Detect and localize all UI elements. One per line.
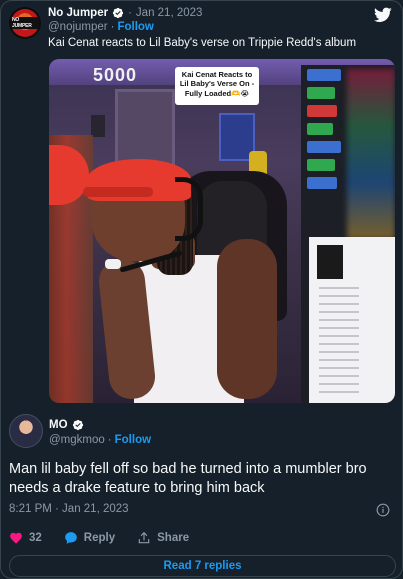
monitor-video (317, 245, 343, 279)
twitter-bird-icon[interactable] (374, 7, 392, 23)
monitor-line (319, 319, 359, 321)
quoted-handle[interactable]: @nojumper (48, 21, 108, 33)
stream-overlay-number: 5000 (93, 65, 138, 85)
emote (307, 87, 335, 99)
mo-avatar[interactable] (9, 414, 43, 448)
read-replies-button[interactable]: Read 7 replies (9, 555, 396, 577)
avatar-logo-text: NO JUMPER (11, 17, 39, 29)
nojumper-avatar[interactable]: NO JUMPER (9, 7, 41, 39)
info-icon[interactable] (376, 503, 390, 517)
follow-mo-link[interactable]: Follow (115, 434, 151, 446)
quoted-author-name[interactable]: No Jumper (48, 7, 108, 19)
monitor-line (319, 391, 359, 393)
quoted-handle-row: @nojumper · Follow (48, 21, 154, 33)
author-name[interactable]: MO (49, 419, 68, 431)
like-count: 32 (29, 532, 42, 544)
monitor-line (319, 327, 359, 329)
handle-follow-separator: · (107, 434, 112, 446)
author-handle-row: @mgkmoo · Follow (49, 434, 151, 446)
heart-icon (10, 532, 22, 544)
like-button[interactable]: 32 (9, 531, 42, 545)
emote (307, 123, 333, 135)
emote (307, 141, 341, 153)
reply-label: Reply (83, 532, 116, 544)
author-name-row: MO (49, 419, 84, 431)
video-caption: Kai Cenat Reacts to Lil Baby's Verse On … (175, 67, 259, 105)
author-handle[interactable]: @mgkmoo (49, 434, 105, 446)
blurred-chat (347, 69, 395, 239)
emote (307, 177, 337, 189)
tweet-text: Man lil baby fell off so bad he turned i… (9, 461, 367, 496)
video-thumbnail[interactable]: 5000 Kai Cenat Reacts to Lil Baby's Vers… (49, 59, 395, 403)
share-upload-icon (138, 531, 150, 544)
emote (307, 69, 341, 81)
tweet-card: NO JUMPER No Jumper · Jan 21, 2023 @noju… (0, 0, 403, 579)
name-date-separator: · (128, 7, 132, 19)
monitor-line (319, 375, 359, 377)
emote (307, 159, 335, 171)
open-mouth (105, 259, 121, 269)
reply-button[interactable]: Reply (64, 531, 115, 545)
monitor-line (319, 343, 359, 345)
tweet-timestamp[interactable]: 8:21 PM · Jan 21, 2023 (9, 503, 129, 515)
wall-frame (91, 115, 105, 137)
quoted-name-row: No Jumper · Jan 21, 2023 (48, 7, 202, 19)
emote (307, 105, 337, 117)
right-arm (217, 239, 277, 399)
cap-brim (83, 187, 153, 197)
tweet-actions: 32 Reply Share (9, 531, 211, 545)
emote-column (307, 69, 347, 195)
monitor-line (319, 383, 359, 385)
verified-badge-icon (112, 7, 124, 19)
monitor-line (319, 311, 359, 313)
monitor-line (319, 295, 359, 297)
quoted-tweet-text: Kai Cenat reacts to Lil Baby's verse on … (48, 37, 357, 49)
monitor-line (319, 359, 359, 361)
monitor-line (319, 335, 359, 337)
headset (175, 177, 203, 241)
share-label: Share (157, 532, 190, 544)
monitor-line (319, 303, 359, 305)
share-button[interactable]: Share (137, 531, 189, 545)
quoted-date[interactable]: Jan 21, 2023 (136, 7, 203, 19)
monitor-line (319, 367, 359, 369)
basketball-logo: NO JUMPER (11, 9, 39, 37)
verified-badge-icon (72, 419, 83, 431)
monitor-line (319, 351, 359, 353)
follow-nojumper-link[interactable]: Follow (117, 21, 153, 33)
handle-follow-separator: · (110, 21, 115, 33)
monitor-text-lines (319, 287, 379, 399)
monitor-line (319, 287, 359, 289)
reply-bubble-icon (64, 532, 77, 544)
